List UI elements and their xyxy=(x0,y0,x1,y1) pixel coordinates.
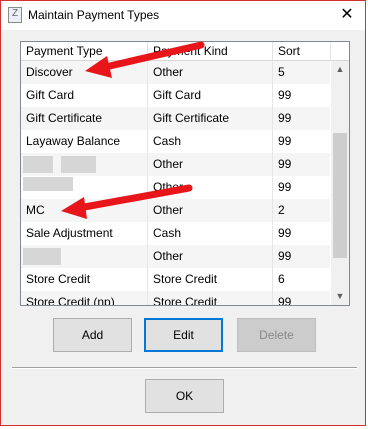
cell-payment-type: Sale Adjustment xyxy=(21,222,148,245)
cell-payment-type: Gift Card xyxy=(21,84,148,107)
app-icon: Z xyxy=(8,7,22,23)
table-row[interactable]: Store Credit (np) Store Credit 99 xyxy=(21,291,330,306)
cell-payment-kind: Other xyxy=(148,61,273,84)
cell-payment-kind: Cash xyxy=(148,222,273,245)
cell-sort: 6 xyxy=(278,272,285,286)
cell-payment-type: Store Credit xyxy=(21,268,148,291)
column-header-payment-kind[interactable]: Payment Kind xyxy=(148,42,273,60)
dialog-window: Z Maintain Payment Types ✕ Payment Type … xyxy=(0,0,366,426)
cell-sort: 99 xyxy=(278,134,292,148)
cell-payment-type: Store Credit (np) xyxy=(21,291,148,305)
cell-sort: 99 xyxy=(278,88,292,102)
cell-payment-kind: Other xyxy=(148,153,273,176)
payment-types-grid[interactable]: Payment Type Payment Kind Sort Discover O… xyxy=(20,41,350,306)
grid-header: Payment Type Payment Kind Sort xyxy=(21,42,349,61)
column-header-payment-type[interactable]: Payment Type xyxy=(21,42,148,60)
cell-payment-kind: Other xyxy=(148,245,273,268)
table-row[interactable]: Gift Certificate Gift Certificate 99 xyxy=(21,107,330,130)
redacted-text xyxy=(23,248,61,265)
window-title: Maintain Payment Types xyxy=(28,8,160,22)
table-row[interactable]: Store Credit Store Credit 6 xyxy=(21,268,330,291)
table-row[interactable]: Sale Adjustment Cash 99 xyxy=(21,222,330,245)
cell-payment-type: Discover xyxy=(21,61,148,84)
scroll-up-icon[interactable]: ▲ xyxy=(331,61,349,78)
divider xyxy=(12,367,357,369)
cell-sort: 99 xyxy=(278,111,292,125)
cell-payment-kind: Store Credit xyxy=(148,268,273,291)
cell-payment-type: Layaway Balance xyxy=(21,130,148,153)
cell-payment-kind: Store Credit xyxy=(148,291,273,305)
cell-sort: 99 xyxy=(278,180,292,194)
cell-sort: 5 xyxy=(278,65,285,79)
cell-sort: 99 xyxy=(278,249,292,263)
cell-sort: 2 xyxy=(278,203,285,217)
cell-payment-kind: Other xyxy=(148,176,273,199)
cell-payment-kind: Gift Card xyxy=(148,84,273,107)
add-button[interactable]: Add xyxy=(53,318,132,352)
cell-payment-kind: Gift Certificate xyxy=(148,107,273,130)
title-bar: Z Maintain Payment Types ✕ xyxy=(1,1,365,30)
edit-button[interactable]: Edit xyxy=(144,318,223,352)
cell-payment-kind: Other xyxy=(148,199,273,222)
scrollbar-thumb[interactable] xyxy=(333,133,347,258)
ok-button[interactable]: OK xyxy=(145,379,224,413)
cell-sort: 99 xyxy=(278,226,292,240)
table-row[interactable]: Gift Card Gift Card 99 xyxy=(21,84,330,107)
cell-payment-type: Gift Certificate xyxy=(21,107,148,130)
close-icon[interactable]: ✕ xyxy=(337,5,357,25)
cell-payment-type: MC xyxy=(21,199,148,222)
redacted-text xyxy=(23,177,73,191)
table-row[interactable]: MC Other 2 xyxy=(21,199,330,222)
column-header-sort[interactable]: Sort xyxy=(273,42,331,60)
scroll-down-icon[interactable]: ▼ xyxy=(331,288,349,305)
redacted-text xyxy=(61,156,96,173)
cell-sort: 99 xyxy=(278,157,292,171)
redacted-text xyxy=(23,156,53,173)
table-row[interactable]: Discover Other 5 xyxy=(21,61,330,84)
app-icon-letter: Z xyxy=(12,8,19,19)
vertical-scrollbar[interactable]: ▲ ▼ xyxy=(331,61,349,305)
cell-payment-kind: Cash xyxy=(148,130,273,153)
delete-button: Delete xyxy=(237,318,316,352)
table-row[interactable]: Other 99 xyxy=(21,245,330,268)
cell-sort: 99 xyxy=(278,295,292,306)
table-row[interactable]: Layaway Balance Cash 99 xyxy=(21,130,330,153)
